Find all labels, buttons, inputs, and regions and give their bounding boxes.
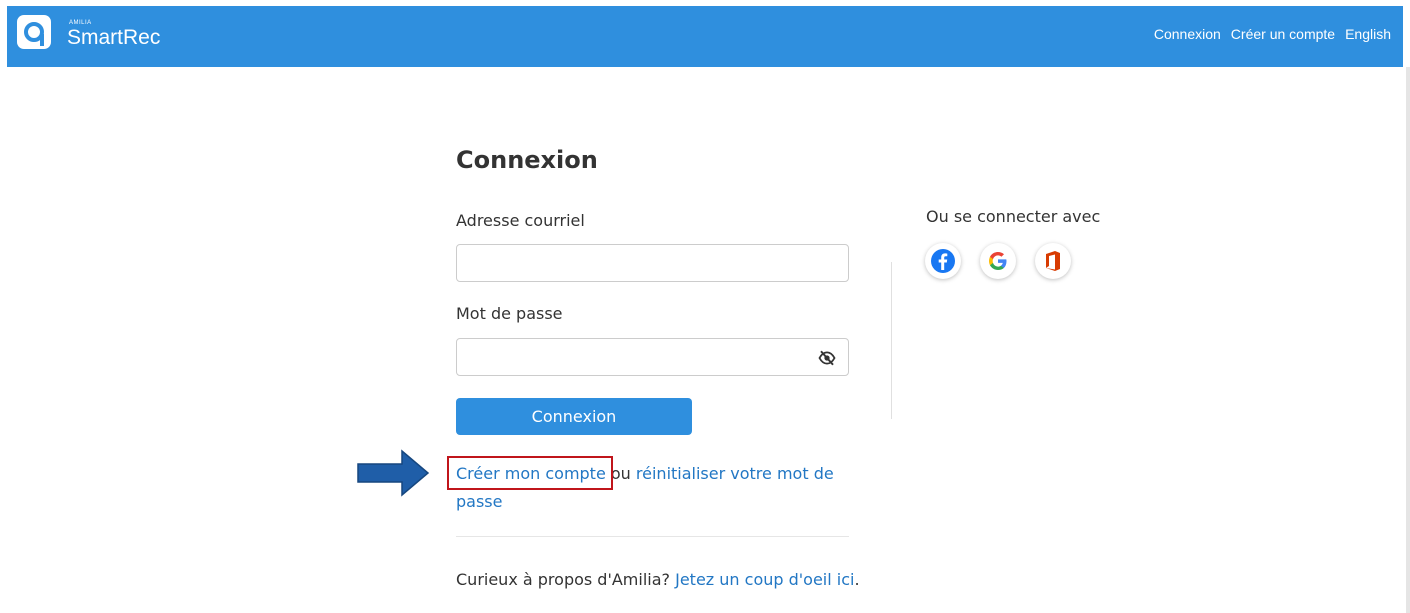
google-login-button[interactable] bbox=[980, 243, 1016, 279]
email-field[interactable] bbox=[456, 244, 849, 282]
scrollbar[interactable] bbox=[1406, 67, 1410, 613]
facebook-login-button[interactable] bbox=[925, 243, 961, 279]
vertical-divider bbox=[891, 262, 892, 419]
social-login-title: Ou se connecter avec bbox=[926, 207, 1101, 226]
eye-slash-icon[interactable] bbox=[818, 349, 836, 367]
header-bar: AMILIA SmartRec Connexion Créer un compt… bbox=[7, 6, 1403, 67]
nav-connexion-link[interactable]: Connexion bbox=[1154, 26, 1221, 42]
about-end: . bbox=[854, 570, 860, 589]
office-login-button[interactable] bbox=[1035, 243, 1071, 279]
email-label: Adresse courriel bbox=[456, 211, 585, 230]
password-field[interactable] bbox=[456, 338, 849, 376]
nav-language-link[interactable]: English bbox=[1345, 26, 1391, 42]
about-amilia: Curieux à propos d'Amilia? Jetez un coup… bbox=[456, 566, 866, 594]
page-title: Connexion bbox=[456, 146, 598, 174]
annotation-arrow-icon bbox=[357, 449, 430, 497]
facebook-icon bbox=[931, 249, 955, 273]
amilia-logo-icon[interactable] bbox=[17, 15, 51, 49]
password-label: Mot de passe bbox=[456, 304, 563, 323]
google-icon bbox=[989, 252, 1007, 270]
highlight-box bbox=[447, 456, 613, 490]
nav-create-account-link[interactable]: Créer un compte bbox=[1231, 26, 1335, 42]
about-link[interactable]: Jetez un coup d'oeil ici bbox=[675, 570, 854, 589]
brand-name[interactable]: SmartRec bbox=[67, 26, 160, 50]
office-icon bbox=[1046, 251, 1060, 271]
login-button[interactable]: Connexion bbox=[456, 398, 692, 435]
top-navigation: Connexion Créer un compte English bbox=[1154, 26, 1391, 42]
divider bbox=[456, 536, 849, 537]
about-text: Curieux à propos d'Amilia? bbox=[456, 570, 676, 589]
